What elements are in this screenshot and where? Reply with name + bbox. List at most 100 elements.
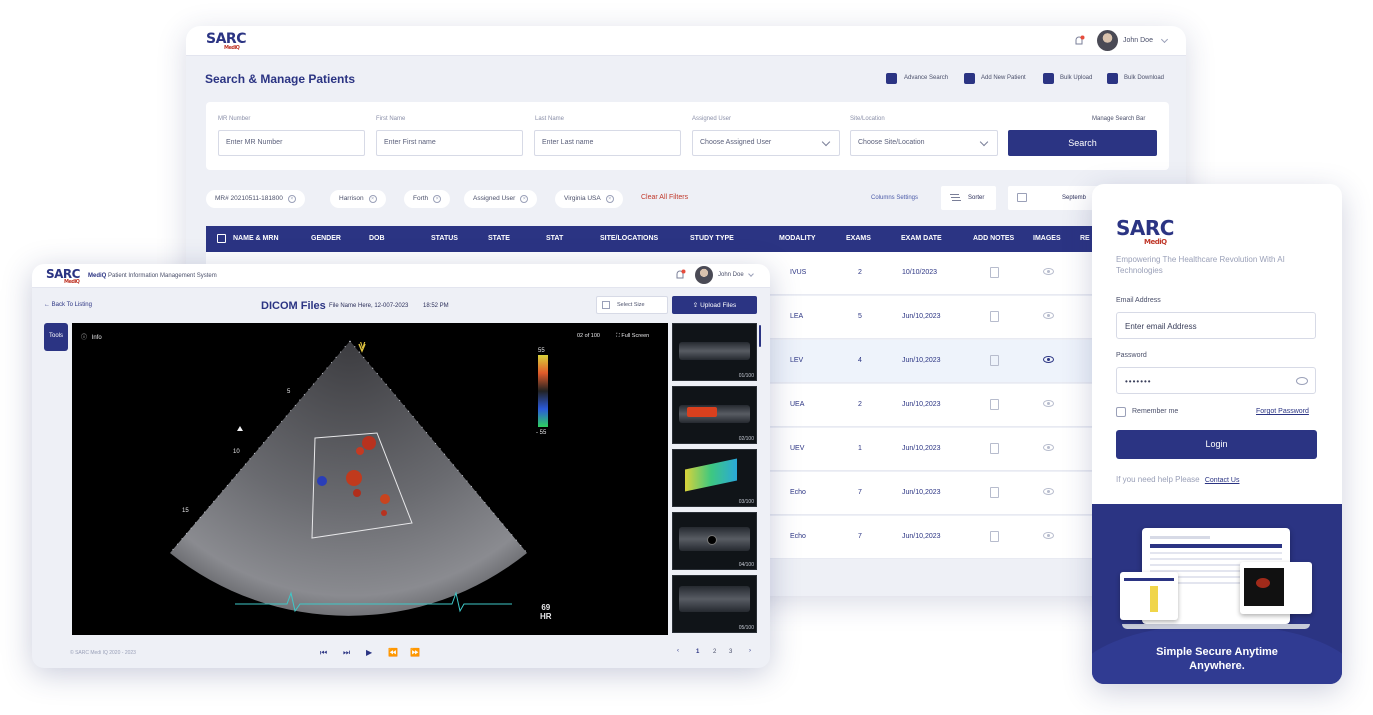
scale-top-label: 55 (538, 348, 545, 354)
view-icon[interactable] (1043, 532, 1054, 539)
sarc-logo[interactable]: SARC MediQ (206, 31, 246, 51)
bell-icon[interactable] (1073, 35, 1085, 47)
bulk-download-link[interactable]: Bulk Download (1124, 75, 1164, 81)
info-toggle[interactable]: ⓘ Info (81, 332, 102, 341)
add-patient-icon[interactable] (964, 73, 975, 84)
manage-search-bar-link[interactable]: Manage Search Bar (1092, 116, 1145, 122)
site-location-select[interactable]: Choose Site/Location (850, 130, 998, 156)
sorter-button[interactable]: Sorter (941, 186, 996, 210)
page-number[interactable]: 1 (696, 649, 699, 655)
col-site-locations[interactable]: SITE/LOCATIONS (600, 235, 658, 242)
assigned-user-select[interactable]: Choose Assigned User (692, 130, 840, 156)
exam-date-cell: Jun/10,2023 (902, 489, 941, 496)
add-note-icon[interactable] (990, 267, 999, 278)
search-button[interactable]: Search (1008, 130, 1157, 156)
next-page-icon[interactable]: › (749, 648, 751, 654)
advance-search-icon[interactable] (886, 73, 897, 84)
sarc-logo[interactable]: SARC MediQ (46, 267, 80, 285)
rewind-icon[interactable]: ⏪ (388, 648, 398, 657)
last-name-input[interactable]: Enter Last name (534, 130, 681, 156)
view-icon[interactable] (1043, 444, 1054, 451)
close-icon[interactable]: × (605, 195, 614, 203)
col-state[interactable]: STATE (488, 235, 510, 242)
forgot-password-link[interactable]: Forgot Password (1256, 408, 1309, 415)
user-name[interactable]: John Doe (1123, 37, 1153, 44)
select-all-checkbox[interactable] (217, 234, 226, 243)
col-modality[interactable]: MODALITY (779, 235, 816, 242)
sorter-label: Sorter (968, 195, 985, 201)
add-note-icon[interactable] (990, 311, 999, 322)
thumbnail-scrollbar[interactable] (759, 325, 761, 347)
filter-chip[interactable]: MR# 20210511-181800 × (206, 190, 305, 208)
tools-button[interactable]: Tools (44, 323, 68, 351)
remember-me-checkbox[interactable] (1116, 407, 1126, 417)
col-study-type[interactable]: STUDY TYPE (690, 235, 734, 242)
full-screen-button[interactable]: ⛶ Full Screen (616, 333, 649, 340)
first-name-input[interactable]: Enter First name (376, 130, 523, 156)
dicom-viewer[interactable]: ⓘ Info 02 of 100 ⛶ Full Screen 55 - 55 5… (72, 323, 668, 635)
close-icon[interactable]: × (520, 195, 529, 203)
select-size-dropdown[interactable]: Select Size (596, 296, 668, 314)
view-icon[interactable] (1043, 268, 1054, 275)
view-icon[interactable] (1043, 400, 1054, 407)
dicom-thumbnail[interactable]: 05/100 (672, 575, 757, 633)
add-note-icon[interactable] (990, 443, 999, 454)
view-icon[interactable] (1043, 312, 1054, 319)
bulk-upload-icon[interactable] (1043, 73, 1054, 84)
calendar-icon (1017, 193, 1027, 202)
skip-back-icon[interactable]: ⏮ (320, 648, 327, 658)
dicom-thumbnail[interactable]: 04/100 (672, 512, 757, 570)
col-exams[interactable]: EXAMS (846, 235, 871, 242)
fast-forward-icon[interactable]: ⏩ (410, 648, 420, 657)
col-name-mrn[interactable]: NAME & MRN (233, 235, 279, 242)
close-icon[interactable]: × (287, 195, 296, 203)
dicom-thumbnail[interactable]: 03/100 (672, 449, 757, 507)
close-icon[interactable]: × (433, 195, 442, 203)
add-note-icon[interactable] (990, 487, 999, 498)
show-password-icon[interactable] (1296, 377, 1308, 385)
columns-settings-link[interactable]: Columns Settings (871, 195, 918, 201)
close-icon[interactable]: × (368, 195, 377, 203)
contact-us-link[interactable]: Contact Us (1205, 477, 1240, 484)
upload-files-button[interactable]: ⇪ Upload Files (672, 296, 757, 314)
prev-page-icon[interactable]: ‹ (677, 648, 679, 654)
login-button[interactable]: Login (1116, 430, 1317, 459)
view-icon[interactable] (1043, 488, 1054, 495)
avatar[interactable] (1097, 30, 1118, 51)
exam-date-cell: 10/10/2023 (902, 269, 938, 276)
bulk-download-icon[interactable] (1107, 73, 1118, 84)
add-note-icon[interactable] (990, 531, 999, 542)
add-note-icon[interactable] (990, 399, 999, 410)
email-input[interactable]: Enter email Address (1116, 312, 1316, 339)
add-note-icon[interactable] (990, 355, 999, 366)
user-name[interactable]: John Doe (718, 272, 744, 278)
mr-number-input[interactable]: Enter MR Number (218, 130, 365, 156)
clear-filters-link[interactable]: Clear All Filters (641, 194, 688, 201)
step-back-icon[interactable]: ⏭ (343, 648, 350, 658)
dicom-thumbnail[interactable]: 02/100 (672, 386, 757, 444)
exams-cell: 2 (858, 269, 862, 276)
col-exam-date[interactable]: EXAM DATE (901, 235, 942, 242)
bulk-upload-link[interactable]: Bulk Upload (1060, 75, 1092, 81)
back-to-listing-link[interactable]: ← Back To Listing (44, 302, 92, 308)
filter-chip[interactable]: Virginia USA × (555, 190, 623, 208)
password-input[interactable]: ••••••• (1116, 367, 1316, 394)
bell-icon[interactable] (674, 269, 686, 281)
view-icon[interactable] (1043, 356, 1054, 363)
chevron-down-icon[interactable] (1160, 35, 1169, 44)
advance-search-link[interactable]: Advance Search (904, 75, 948, 81)
chevron-down-icon[interactable] (748, 271, 754, 277)
col-dob[interactable]: DOB (369, 235, 385, 242)
filter-chip[interactable]: Forth × (404, 190, 451, 208)
filter-chip[interactable]: Harrison × (330, 190, 386, 208)
avatar[interactable] (695, 266, 713, 284)
col-gender[interactable]: GENDER (311, 235, 341, 242)
col-stat[interactable]: STAT (546, 235, 563, 242)
play-icon[interactable]: ▶ (366, 648, 372, 657)
col-status[interactable]: STATUS (431, 235, 458, 242)
dicom-thumbnail[interactable]: 01/100 (672, 323, 757, 381)
filter-chip[interactable]: Assigned User × (464, 190, 538, 208)
page-number[interactable]: 2 (713, 649, 716, 655)
page-number[interactable]: 3 (729, 649, 732, 655)
add-new-patient-link[interactable]: Add New Patient (981, 75, 1026, 81)
